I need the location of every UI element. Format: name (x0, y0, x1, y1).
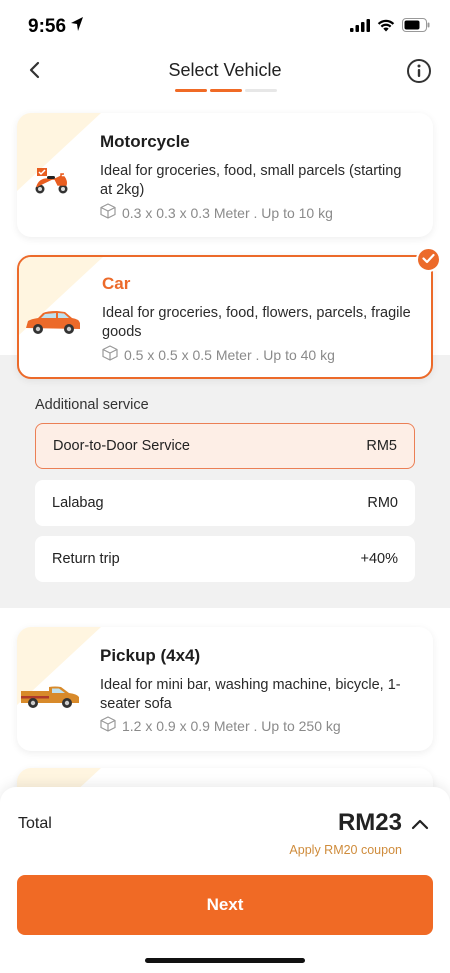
box-icon (102, 345, 118, 364)
progress-step-3 (245, 89, 277, 92)
service-label: Return trip (52, 551, 120, 567)
box-icon (100, 203, 116, 222)
service-return-trip[interactable]: Return trip +40% (35, 536, 415, 582)
header: Select Vehicle (0, 52, 450, 98)
bottom-sheet: Total RM23 Apply RM20 coupon Next (0, 787, 450, 973)
vehicle-description: Ideal for groceries, food, small parcels… (100, 163, 402, 198)
signal-icon (350, 18, 370, 37)
expand-total-button[interactable] (410, 815, 430, 835)
service-price: RM5 (366, 438, 397, 454)
battery-icon (402, 18, 430, 37)
status-bar: 9:56 (0, 0, 450, 52)
vehicle-name: Car (102, 274, 131, 293)
service-price: +40% (360, 551, 399, 567)
step-progress (175, 89, 277, 92)
box-icon (100, 716, 116, 735)
vehicle-spec: 0.3 x 0.3 x 0.3 Meter . Up to 10 kg (122, 204, 333, 221)
vehicle-name: Motorcycle (100, 132, 190, 151)
check-icon (422, 251, 435, 269)
page-title: Select Vehicle (168, 60, 282, 80)
service-price: RM0 (367, 495, 398, 511)
total-amount: RM23 (337, 809, 402, 836)
next-button[interactable]: Next (17, 875, 433, 935)
vehicle-card-motorcycle[interactable]: Motorcycle Ideal for groceries, food, sm… (17, 113, 433, 237)
selected-check-badge (416, 247, 441, 272)
service-door-to-door[interactable]: Door-to-Door Service RM5 (35, 423, 415, 469)
service-label: Lalabag (52, 495, 104, 511)
wifi-icon (377, 19, 395, 37)
home-indicator (145, 958, 305, 963)
additional-service-title: Additional service (35, 397, 149, 413)
car-icon (23, 309, 83, 342)
total-label: Total (18, 815, 52, 832)
vehicle-spec: 1.2 x 0.9 x 0.9 Meter . Up to 250 kg (122, 717, 341, 734)
vehicle-description: Ideal for groceries, food, flowers, parc… (102, 305, 411, 340)
location-arrow-icon (70, 16, 84, 37)
service-lalabag[interactable]: Lalabag RM0 (35, 480, 415, 526)
vehicle-spec: 0.5 x 0.5 x 0.5 Meter . Up to 40 kg (124, 346, 335, 363)
info-icon (406, 59, 432, 88)
vehicle-description: Ideal for mini bar, washing machine, bic… (100, 677, 401, 712)
apply-coupon-link[interactable]: Apply RM20 coupon (289, 843, 402, 857)
status-time: 9:56 (28, 16, 67, 37)
progress-step-1 (175, 89, 207, 92)
pickup-truck-icon (19, 683, 81, 714)
chevron-up-icon (410, 819, 430, 839)
motorcycle-icon (31, 165, 73, 200)
vehicle-name: Pickup (4x4) (100, 646, 201, 665)
service-label: Door-to-Door Service (53, 438, 190, 454)
info-button[interactable] (406, 58, 432, 84)
vehicle-card-car[interactable]: Car Ideal for groceries, food, flowers, … (17, 255, 433, 379)
progress-step-2 (210, 89, 242, 92)
vehicle-card-pickup[interactable]: Pickup (4x4) Ideal for mini bar, washing… (17, 627, 433, 751)
